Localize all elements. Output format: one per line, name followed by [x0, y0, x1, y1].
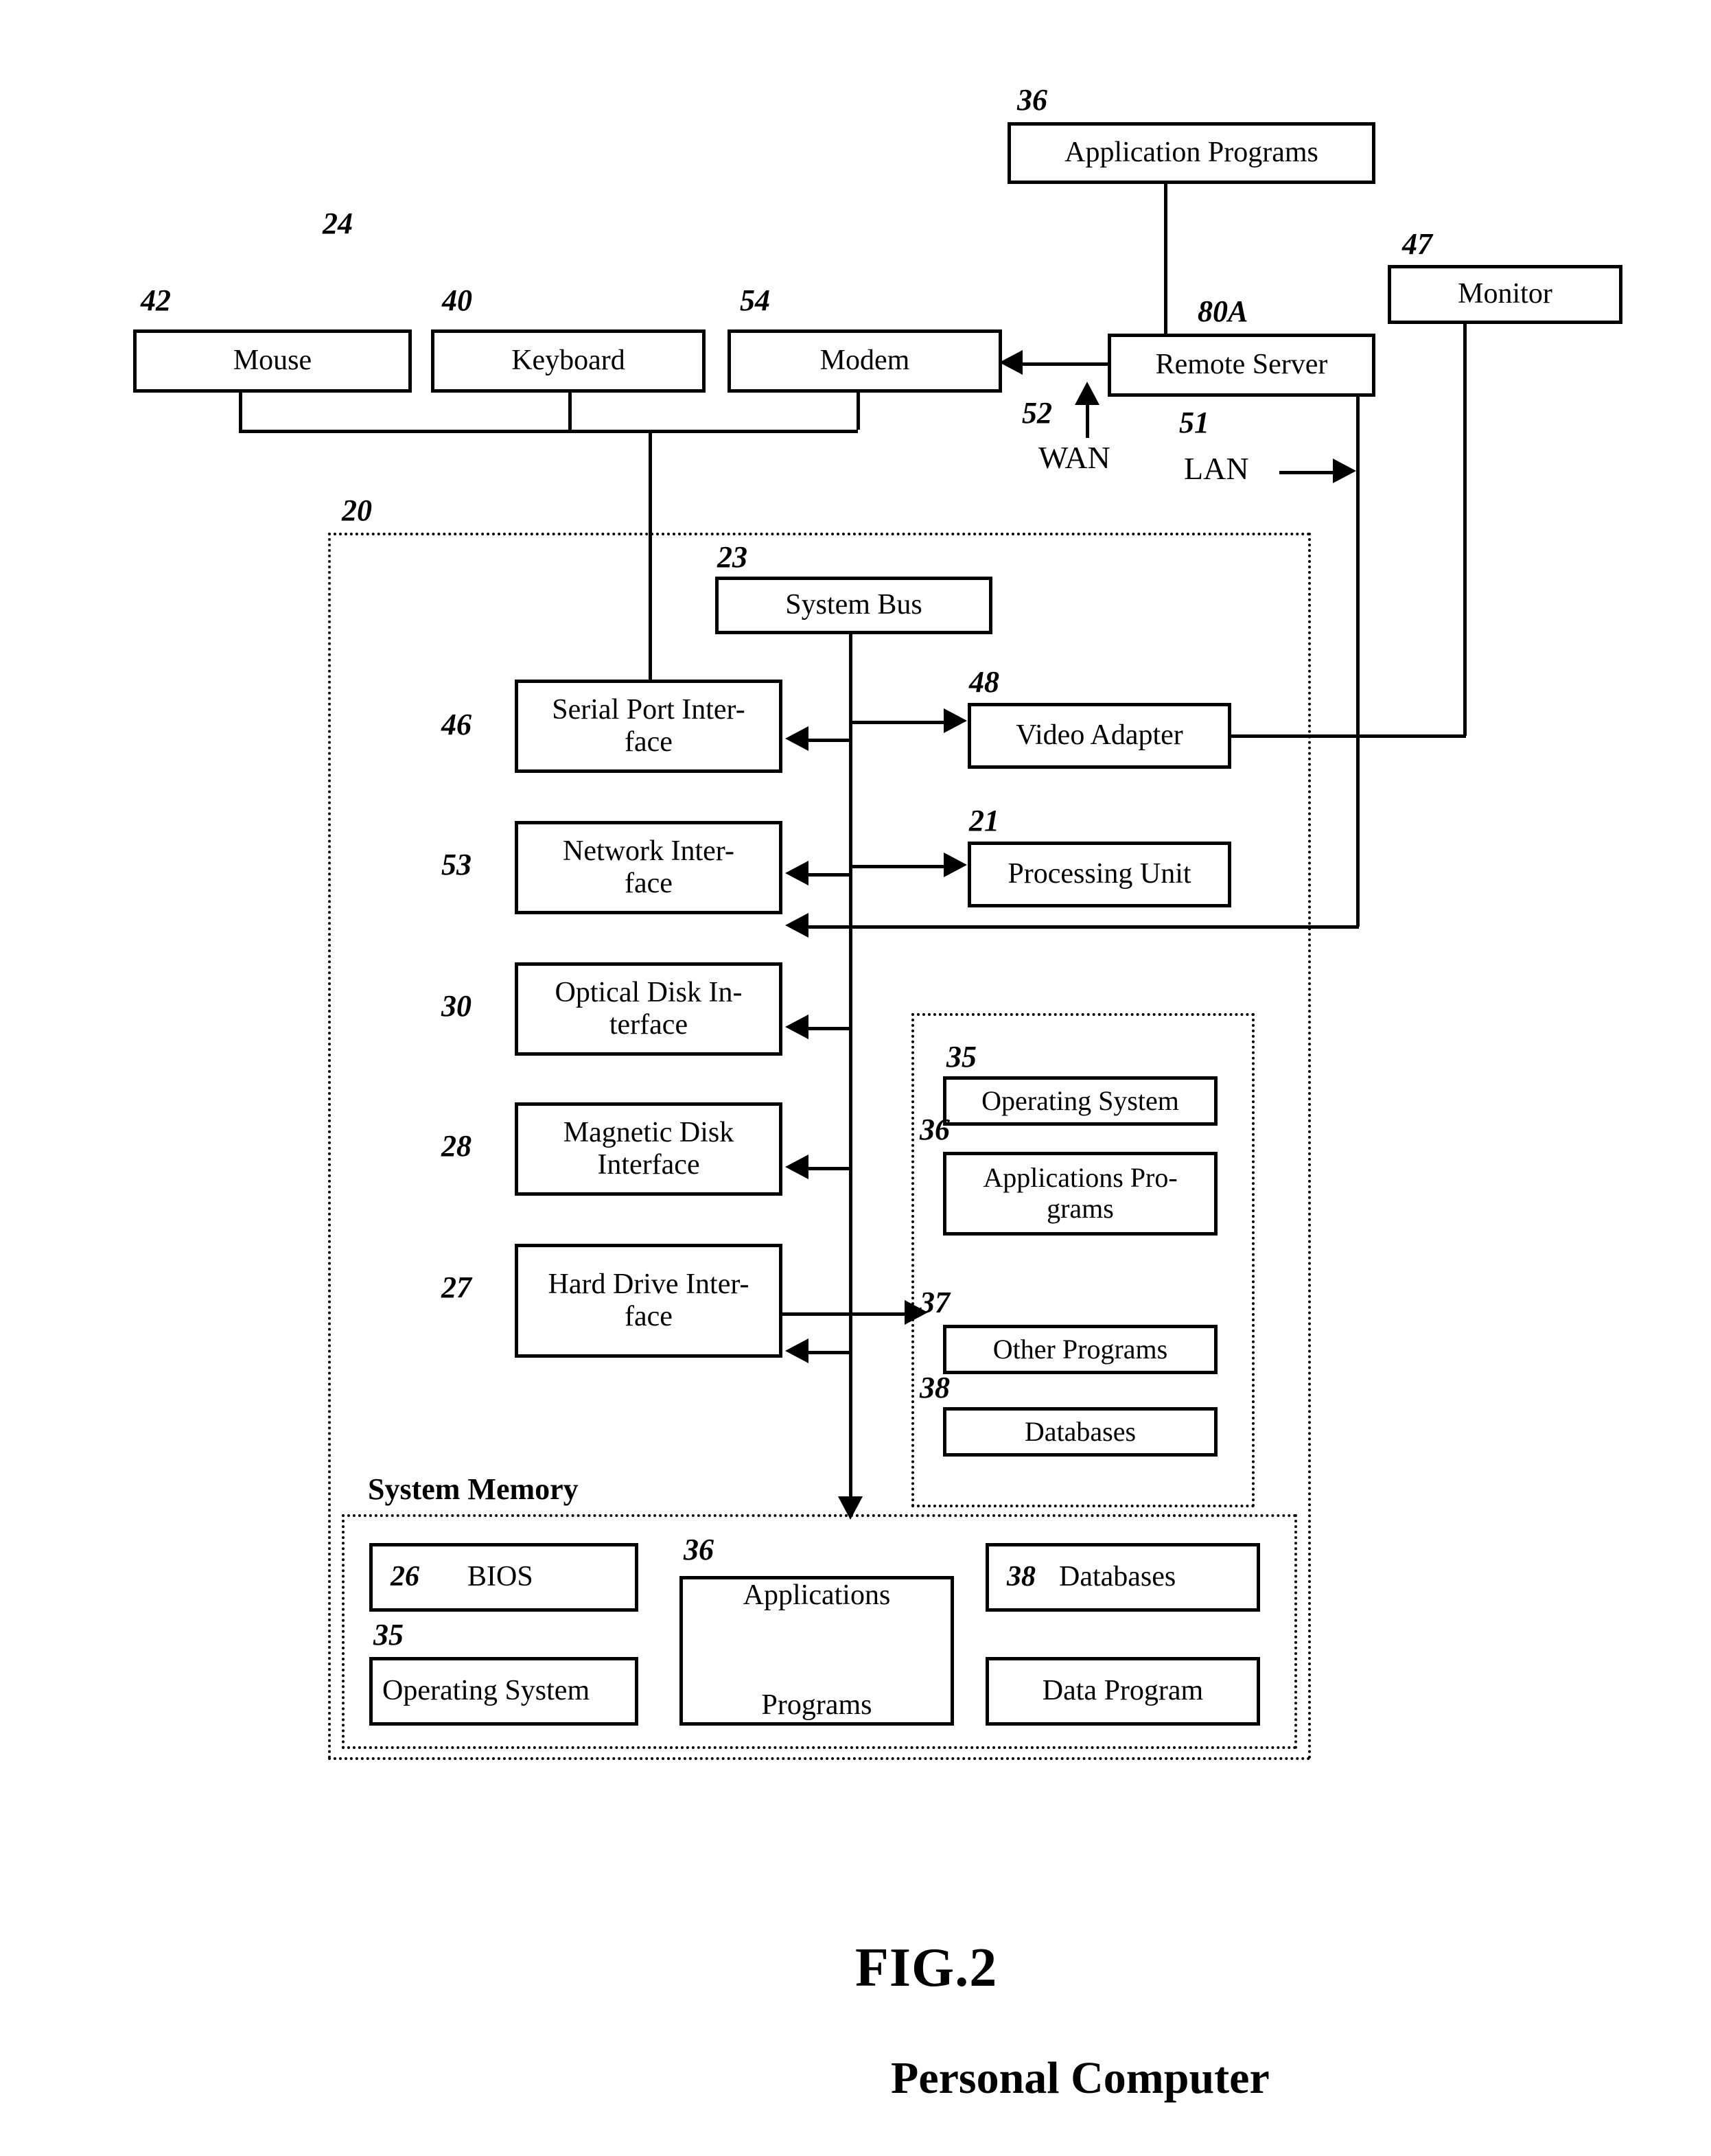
node-modem: Modem [728, 329, 1002, 393]
ref-numeral-enclosure: 20 [342, 494, 372, 527]
node-monitor: Monitor [1388, 265, 1622, 324]
ref-numeral-memory-applications-programs: 36 [684, 1533, 714, 1566]
memory-item-operating-system: Operating System [369, 1657, 638, 1726]
node-system-bus: System Bus [715, 577, 992, 634]
node-optical-disk-interface: Optical Disk In- terface [515, 962, 782, 1056]
ref-numeral-application-programs: 36 [1017, 83, 1047, 117]
ref-numeral-video-adapter: 48 [969, 665, 999, 699]
ref-numeral-memory-operating-system: 35 [373, 1618, 404, 1651]
ref-numeral-optical-disk-interface: 30 [441, 989, 472, 1023]
figure-title: FIG.2 [855, 1938, 998, 1998]
patent-figure-canvas: 36 Application Programs 47 Monitor 80A R… [0, 0, 1711, 2156]
node-keyboard: Keyboard [431, 329, 706, 393]
arrowhead-optical-disk-interface [785, 1015, 808, 1039]
arrowhead-wan-up [1075, 382, 1099, 405]
system-bus-trunk [849, 634, 852, 1496]
link-remote-server-to-modem [1023, 362, 1110, 366]
node-magnetic-disk-interface: Magnetic Disk Interface [515, 1102, 782, 1196]
node-hard-drive-interface: Hard Drive Inter- face [515, 1244, 782, 1358]
node-application-programs: Application Programs [1008, 122, 1375, 184]
ref-numeral-wan: 52 [1022, 396, 1052, 430]
arrowhead-processing-unit-input [944, 853, 967, 877]
ref-numeral-system-bus: 23 [717, 540, 747, 574]
arrowhead-serial-port-interface [785, 726, 808, 751]
arrowhead-hard-drive-interface [785, 1338, 808, 1363]
label-lan: LAN [1184, 451, 1249, 486]
ref-numeral-computer-system: 24 [323, 207, 353, 240]
link-bus-to-processing-unit [849, 865, 945, 868]
ref-numeral-storage-applications-programs: 36 [920, 1113, 950, 1146]
link-apps-to-remote-server [1164, 184, 1167, 334]
ref-numeral-bios: 26 [391, 1561, 419, 1593]
link-lan-to-network-interface [808, 925, 1359, 929]
storage-item-applications-programs: Applications Pro- grams [943, 1152, 1218, 1236]
memory-item-databases-label: Databases [1059, 1561, 1176, 1593]
ref-numeral-monitor: 47 [1402, 227, 1432, 261]
link-remote-server-lan-drop [1356, 397, 1360, 927]
memory-item-data-program: Data Program [986, 1657, 1260, 1726]
memory-item-applications-programs: Applications Programs [679, 1576, 954, 1726]
link-hard-drive-interface-to-storage [782, 1312, 906, 1316]
link-bus-to-network-interface [808, 873, 851, 877]
node-remote-server: Remote Server [1108, 334, 1375, 397]
node-video-adapter: Video Adapter [968, 703, 1231, 769]
ref-numeral-network-interface: 53 [441, 848, 472, 881]
figure-subtitle: Personal Computer [891, 2053, 1270, 2103]
ref-numeral-mouse: 42 [141, 283, 171, 317]
node-mouse: Mouse [133, 329, 412, 393]
ref-numeral-remote-server: 80A [1198, 294, 1248, 328]
memory-item-databases: 38 Databases [986, 1543, 1260, 1612]
ref-numeral-keyboard: 40 [442, 283, 472, 317]
memory-item-bios-label: BIOS [467, 1561, 533, 1593]
ref-numeral-storage-other-programs: 37 [920, 1286, 950, 1319]
ref-numeral-magnetic-disk-interface: 28 [441, 1129, 472, 1163]
peripheral-bus-rail [239, 430, 858, 433]
link-bus-to-video-adapter [849, 721, 945, 724]
arrowhead-network-interface-lan [785, 913, 808, 938]
link-lan [1279, 471, 1334, 474]
link-monitor-drop [1463, 324, 1467, 736]
arrowhead-lan-right [1333, 459, 1356, 483]
node-processing-unit: Processing Unit [968, 842, 1231, 907]
ref-numeral-memory-databases: 38 [1007, 1561, 1036, 1593]
link-bus-to-optical-disk-interface [808, 1027, 851, 1030]
storage-item-other-programs: Other Programs [943, 1325, 1218, 1374]
link-mouse-down [239, 393, 242, 430]
node-network-interface: Network Inter- face [515, 821, 782, 914]
arrowhead-network-interface-bus [785, 861, 808, 885]
ref-numeral-processing-unit: 21 [969, 804, 999, 837]
ref-numeral-lan: 51 [1179, 406, 1209, 439]
storage-item-operating-system: Operating System [943, 1076, 1218, 1126]
arrowhead-modem-input [999, 350, 1023, 375]
ref-numeral-storage-operating-system: 35 [946, 1040, 977, 1074]
ref-numeral-modem: 54 [740, 283, 770, 317]
ref-numeral-hard-drive-interface: 27 [441, 1271, 472, 1304]
system-memory-title: System Memory [368, 1472, 579, 1506]
node-serial-port-interface: Serial Port Inter- face [515, 680, 782, 773]
arrowhead-video-adapter-input [944, 708, 967, 733]
link-bus-to-magnetic-disk-interface [808, 1167, 851, 1170]
link-bus-to-hard-drive-interface [808, 1351, 851, 1354]
link-bus-to-serial-port-interface [808, 739, 851, 742]
link-modem-down [857, 393, 860, 430]
arrowhead-magnetic-disk-interface [785, 1155, 808, 1179]
link-video-adapter-to-monitor-rail [1231, 734, 1466, 738]
storage-item-databases: Databases [943, 1407, 1218, 1457]
link-keyboard-down [568, 393, 572, 430]
ref-numeral-serial-port-interface: 46 [441, 708, 472, 741]
ref-numeral-storage-databases: 38 [920, 1371, 950, 1404]
label-wan: WAN [1038, 440, 1110, 475]
memory-item-bios: 26 BIOS [369, 1543, 638, 1612]
